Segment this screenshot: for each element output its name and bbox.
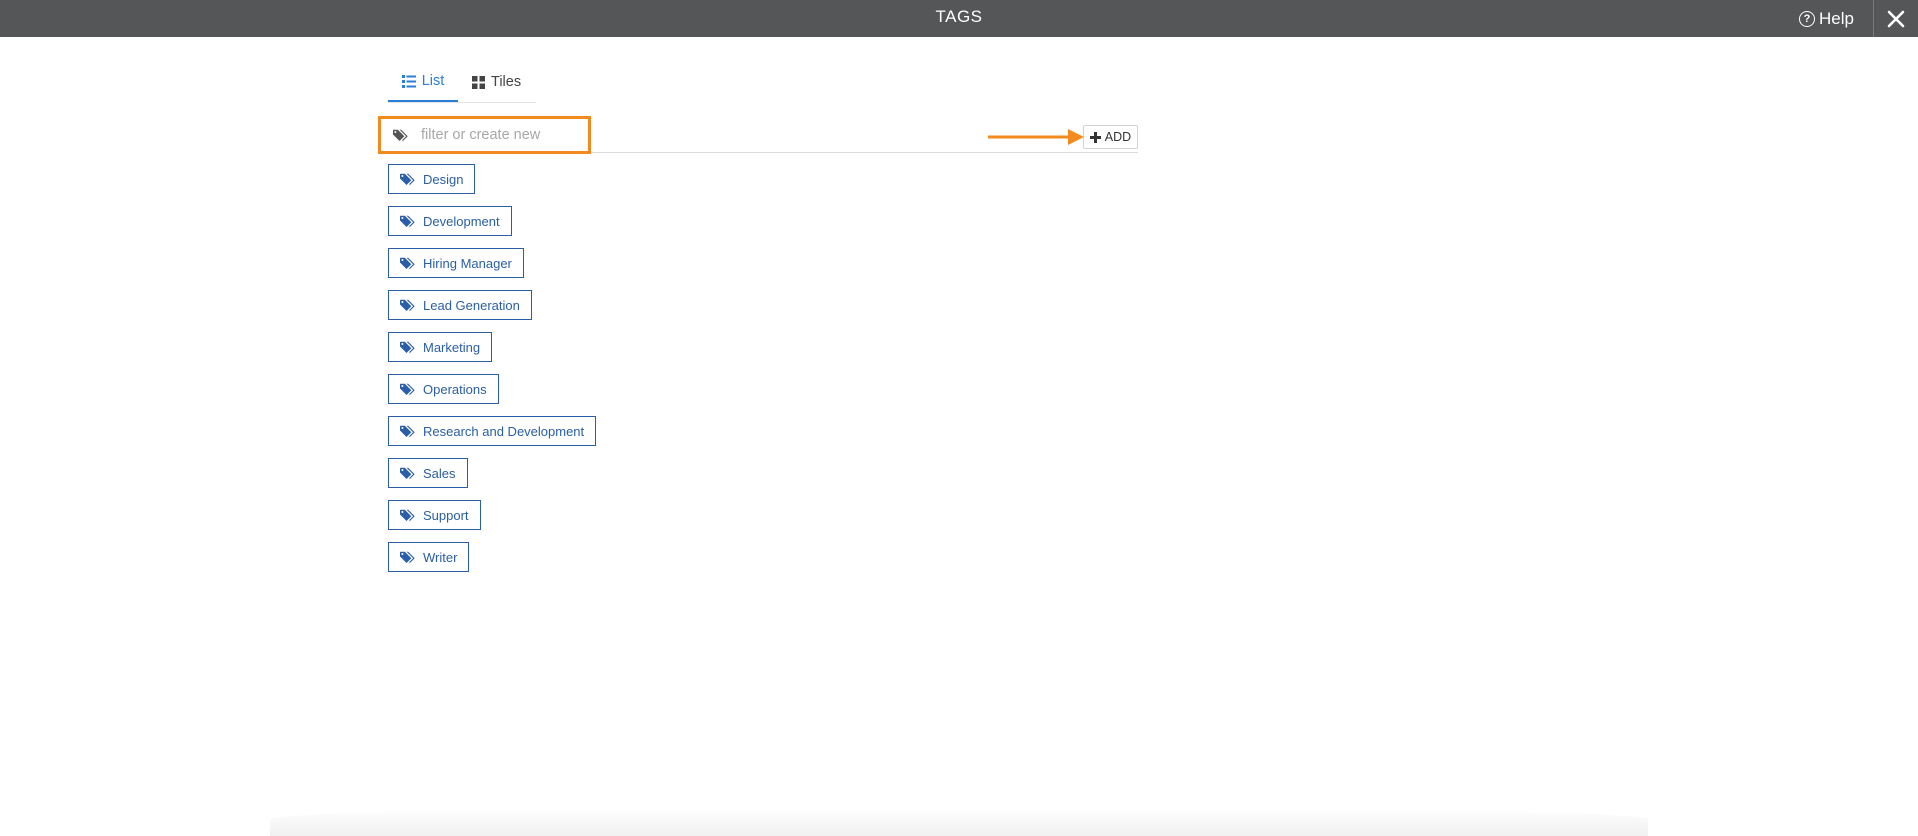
add-button-label: ADD: [1104, 130, 1132, 144]
top-bar: TAGS ? Help: [0, 0, 1918, 37]
filter-input[interactable]: [419, 126, 583, 144]
tags-icon: [400, 173, 415, 185]
tab-list-label: List: [421, 73, 445, 89]
tag-item[interactable]: Marketing: [388, 332, 493, 362]
help-label: Help: [1819, 8, 1854, 28]
tag-label: Research and Development: [423, 423, 585, 439]
tag-item[interactable]: Lead Generation: [388, 290, 532, 320]
close-button[interactable]: [1873, 0, 1918, 37]
tab-list[interactable]: List: [388, 62, 458, 102]
tab-tiles-label: Tiles: [491, 74, 522, 90]
tags-icon: [400, 341, 415, 353]
grid-icon: [472, 75, 485, 89]
tags-icon: [393, 129, 408, 141]
tags-icon: [400, 299, 415, 311]
tag-item[interactable]: Operations: [388, 374, 499, 404]
page-title: TAGS: [935, 7, 983, 26]
tag-item[interactable]: Support: [388, 500, 481, 530]
close-icon: [1887, 10, 1905, 27]
tags-icon: [400, 467, 415, 479]
plus-icon: [1089, 131, 1101, 143]
tag-item[interactable]: Research and Development: [388, 416, 597, 446]
tag-item[interactable]: Writer: [388, 542, 470, 572]
tag-label: Design: [423, 171, 464, 187]
tag-label: Development: [423, 213, 500, 229]
tag-label: Marketing: [423, 339, 481, 355]
tags-icon: [400, 509, 415, 521]
tags-icon: [400, 551, 415, 563]
tags-icon: [400, 383, 415, 395]
tags-icon: [400, 257, 415, 269]
tag-label: Support: [423, 507, 469, 523]
question-circle-icon: ?: [1799, 10, 1816, 27]
view-tabs: List Tiles: [388, 62, 536, 103]
tag-label: Writer: [423, 549, 458, 565]
filter-field[interactable]: [378, 116, 591, 154]
tag-label: Lead Generation: [423, 297, 520, 313]
tag-item[interactable]: Development: [388, 206, 512, 236]
tag-item[interactable]: Sales: [388, 458, 468, 488]
tags-icon: [400, 425, 415, 437]
help-link[interactable]: ? Help: [1799, 0, 1854, 37]
tag-label: Hiring Manager: [423, 255, 512, 271]
tag-label: Operations: [423, 381, 487, 397]
tab-tiles[interactable]: Tiles: [472, 62, 521, 102]
tags-icon: [400, 215, 415, 227]
add-button[interactable]: ADD: [1083, 125, 1138, 149]
tag-label: Sales: [423, 465, 456, 481]
tag-item[interactable]: Hiring Manager: [388, 248, 524, 278]
tag-item[interactable]: Design: [388, 164, 476, 194]
bottom-shadow: [270, 808, 1648, 836]
arrow-indicator-icon: [988, 129, 1084, 145]
list-icon: [401, 74, 416, 88]
